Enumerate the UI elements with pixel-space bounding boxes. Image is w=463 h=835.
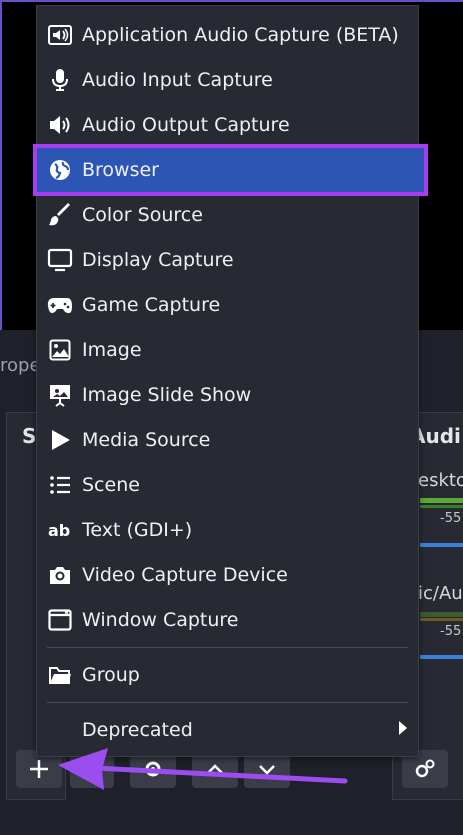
annotation-arrow (58, 748, 348, 790)
